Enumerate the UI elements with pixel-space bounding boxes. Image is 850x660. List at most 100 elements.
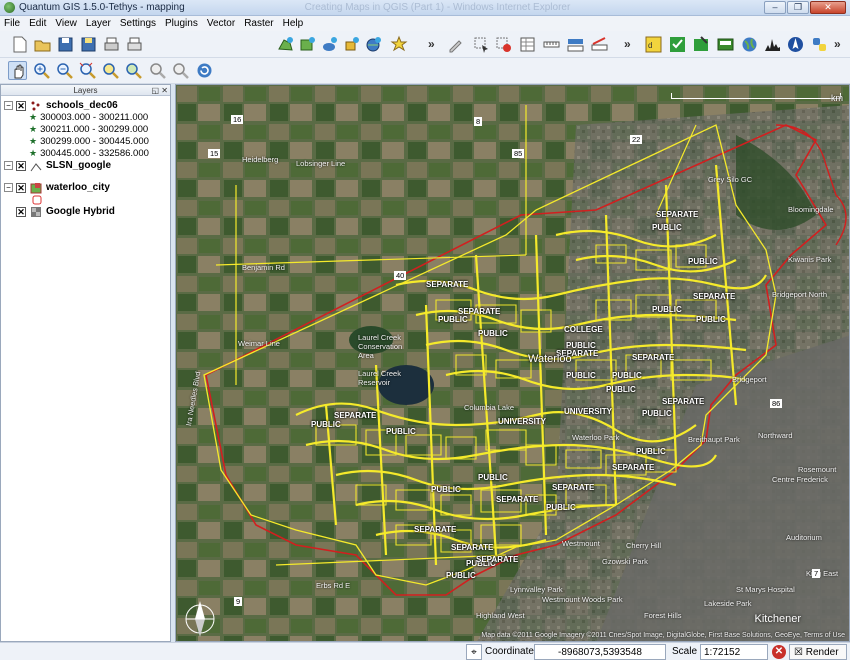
add-raster-layer-icon[interactable]: [298, 35, 317, 54]
zoom-to-selection-icon[interactable]: [101, 61, 120, 80]
place-label: Lakeside Park: [704, 599, 752, 608]
school-label: PUBLIC: [636, 447, 666, 456]
layer-visibility-checkbox[interactable]: ✕: [16, 206, 26, 217]
globe-plugin-icon[interactable]: [740, 35, 759, 54]
school-label: SEPARATE: [693, 292, 736, 301]
menu-help[interactable]: Help: [283, 18, 304, 29]
layer-row-google-hybrid[interactable]: ✕ Google Hybrid: [16, 205, 115, 218]
menu-settings[interactable]: Settings: [120, 18, 156, 29]
zoom-last-icon[interactable]: [148, 61, 167, 80]
python-console-icon[interactable]: [810, 35, 829, 54]
menu-vector[interactable]: Vector: [207, 18, 235, 29]
school-label: PUBLIC: [652, 305, 682, 314]
menu-file[interactable]: File: [4, 18, 20, 29]
pan-map-icon[interactable]: [8, 61, 27, 80]
layer-row-waterloo-city[interactable]: − ✕ waterloo_city: [4, 181, 110, 194]
road-shield: 9: [234, 597, 243, 606]
zoom-next-icon[interactable]: [171, 61, 190, 80]
menu-view[interactable]: View: [55, 18, 77, 29]
add-postgis-layer-icon[interactable]: [320, 35, 339, 54]
collapse-icon[interactable]: −: [4, 101, 13, 110]
point-layer-icon: [30, 100, 42, 112]
school-label: SEPARATE: [632, 353, 675, 362]
menu-raster[interactable]: Raster: [244, 18, 273, 29]
place-label: Rosemount: [798, 465, 837, 474]
measure-area-icon[interactable]: [566, 35, 585, 54]
zoom-full-icon[interactable]: [78, 61, 97, 80]
north-arrow-plugin-icon[interactable]: [786, 35, 805, 54]
new-project-icon[interactable]: [10, 35, 29, 54]
scale-input[interactable]: 1:72152: [700, 644, 768, 660]
coordinate-toggle-icon[interactable]: ⌖: [466, 644, 482, 660]
deselect-icon[interactable]: [494, 35, 513, 54]
add-wms-layer-icon[interactable]: [364, 35, 383, 54]
close-button[interactable]: ✕: [810, 1, 846, 14]
window-title: Quantum GIS 1.5.0-Tethys - mapping: [19, 2, 185, 13]
school-label: PUBLIC: [478, 473, 508, 482]
histogram-plugin-icon[interactable]: [763, 35, 782, 54]
print-composer-icon[interactable]: [102, 35, 121, 54]
measure-angle-icon[interactable]: [590, 35, 609, 54]
school-label: SEPARATE: [426, 280, 469, 289]
attribute-table-icon[interactable]: [518, 35, 537, 54]
map-navigation-toolbar: [0, 58, 850, 84]
zoom-out-icon[interactable]: [55, 61, 74, 80]
add-vector-layer-icon[interactable]: [276, 35, 295, 54]
minimize-button[interactable]: –: [764, 1, 786, 14]
toggle-editing-icon[interactable]: [446, 35, 465, 54]
school-label: SEPARATE: [496, 495, 539, 504]
georeferencer-icon[interactable]: d: [644, 35, 663, 54]
add-spatialite-layer-icon[interactable]: [342, 35, 361, 54]
zoom-in-icon[interactable]: [32, 61, 51, 80]
scale-bar: km: [671, 91, 843, 103]
place-label: Bridgeport North: [772, 290, 828, 299]
star-symbol-icon: ★: [29, 124, 38, 134]
gps-tools-icon[interactable]: [692, 35, 711, 54]
school-label: PUBLIC: [546, 503, 576, 512]
coordinate-display[interactable]: -8968073,5393548: [534, 644, 666, 660]
collapse-icon[interactable]: −: [4, 183, 13, 192]
panel-float-close-buttons[interactable]: ◱ ✕: [152, 85, 168, 96]
place-label: Bloomingdale: [788, 205, 834, 214]
scale-bar-unit: km: [831, 93, 843, 103]
school-label: SEPARATE: [662, 397, 705, 406]
open-project-icon[interactable]: [33, 35, 52, 54]
road-name-label: Lobsinger Line: [296, 159, 346, 168]
stop-render-icon[interactable]: ✕: [772, 645, 786, 659]
road-shield: 15: [208, 149, 221, 158]
menu-layer[interactable]: Layer: [86, 18, 111, 29]
school-label: PUBLIC: [642, 409, 672, 418]
star-symbol-icon: ★: [29, 148, 38, 158]
layer-visibility-checkbox[interactable]: ✕: [16, 100, 26, 111]
place-label: Cherry Hill: [626, 541, 662, 550]
qgis-window: Quantum GIS 1.5.0-Tethys - mapping Creat…: [0, 0, 850, 660]
maximize-button[interactable]: ❐: [787, 1, 809, 14]
layer-row-slsn[interactable]: − ✕ SLSN_google: [4, 159, 111, 172]
zoom-to-layer-icon[interactable]: [124, 61, 143, 80]
school-label: PUBLIC: [606, 385, 636, 394]
place-label: Laurel Creek Reservoir: [358, 369, 401, 387]
print-icon[interactable]: [125, 35, 144, 54]
svg-text:d: d: [648, 41, 652, 50]
map-canvas[interactable]: km SEPARATE PUBLIC SEPARATE PUBLIC PUBLI…: [175, 84, 850, 642]
road-shield: 22: [630, 135, 643, 144]
school-label: PUBLIC: [386, 427, 416, 436]
menu-edit[interactable]: Edit: [29, 18, 46, 29]
polygon-layer-icon: [30, 182, 42, 194]
measure-line-icon[interactable]: [542, 35, 561, 54]
layer-visibility-checkbox[interactable]: ✕: [16, 160, 26, 171]
grass-tools-icon[interactable]: [716, 35, 735, 54]
status-bar: ⌖ Coordinate: -8968073,5393548 Scale 1:7…: [0, 642, 850, 660]
save-as-icon[interactable]: [79, 35, 98, 54]
menu-plugins[interactable]: Plugins: [165, 18, 198, 29]
refresh-icon[interactable]: [195, 61, 214, 80]
save-project-icon[interactable]: [56, 35, 75, 54]
render-checkbox[interactable]: ☒ Render: [789, 644, 847, 660]
place-label: St Marys Hospital: [736, 585, 795, 594]
check-geometry-icon[interactable]: [668, 35, 687, 54]
new-shapefile-icon[interactable]: [390, 35, 409, 54]
select-features-icon[interactable]: [472, 35, 491, 54]
layer-visibility-checkbox[interactable]: ✕: [16, 182, 26, 193]
collapse-icon[interactable]: −: [4, 161, 13, 170]
place-label: King East: [806, 569, 839, 578]
